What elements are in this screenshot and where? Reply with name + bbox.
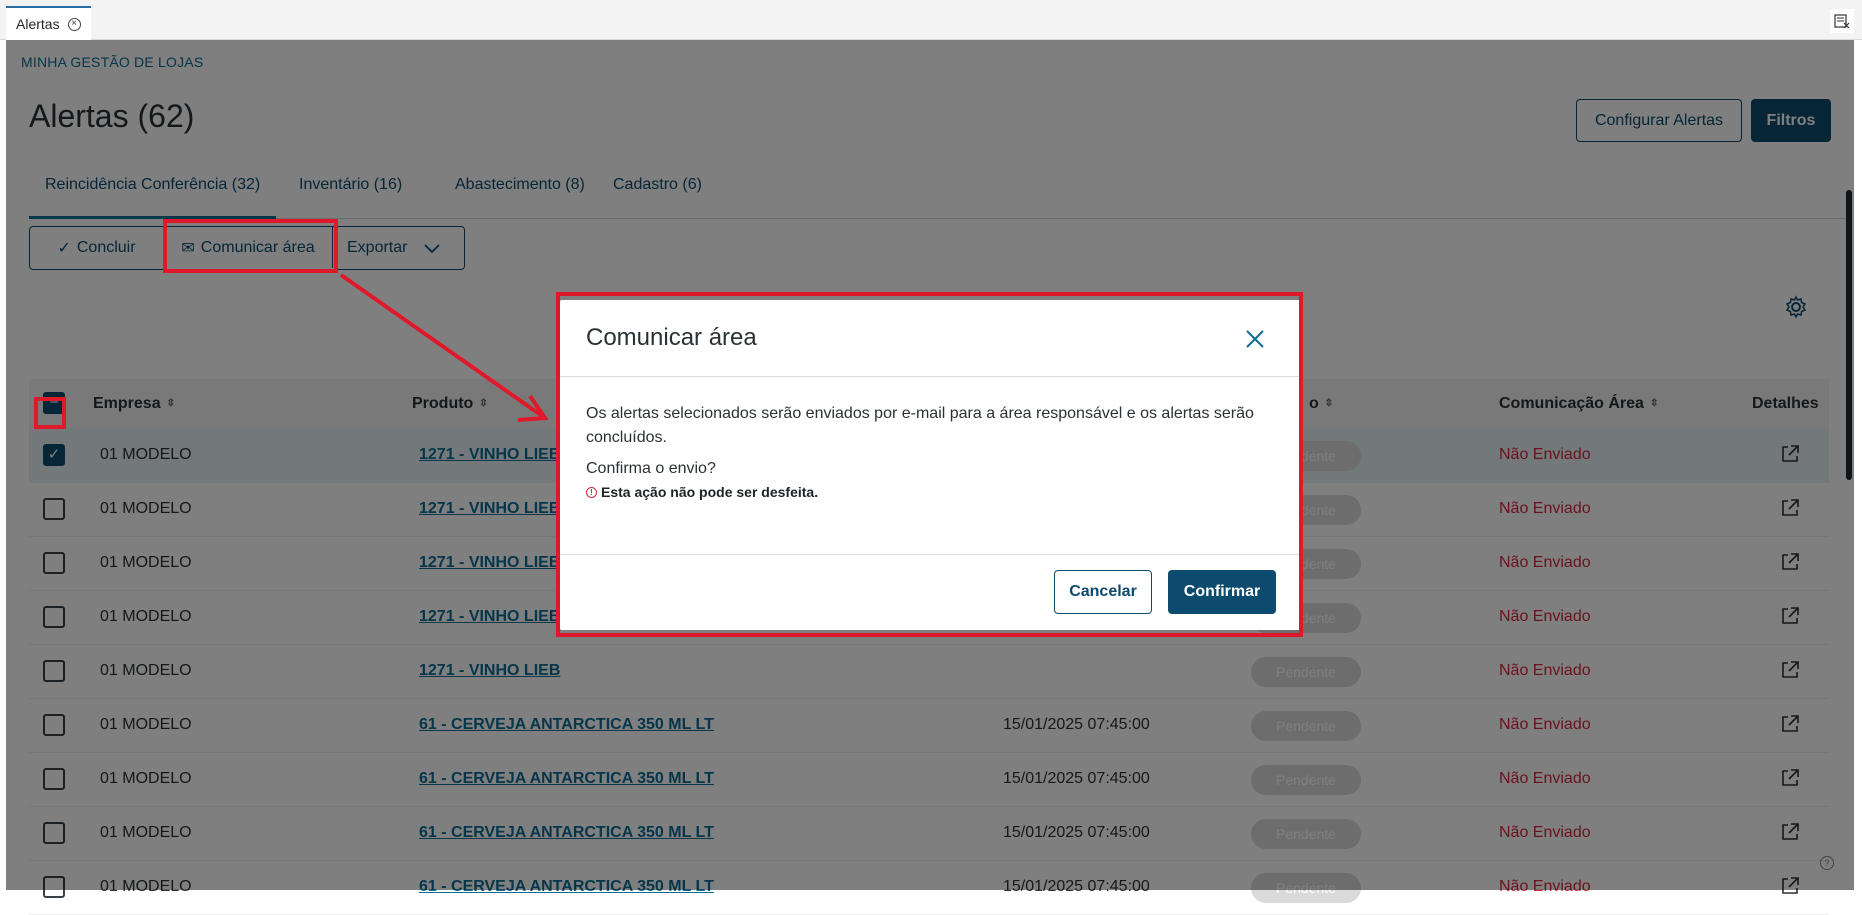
window-tab-bar: Alertas ×: [0, 0, 1862, 40]
tab-alertas-label: Alertas: [16, 16, 60, 32]
window-options-icon[interactable]: [1830, 9, 1854, 33]
annotation-highlight-dialog: [556, 292, 1303, 637]
annotation-highlight-checkbox: [34, 397, 66, 429]
tab-alertas[interactable]: Alertas ×: [6, 6, 91, 40]
annotation-highlight-communicate: [163, 219, 338, 273]
close-tab-icon[interactable]: ×: [67, 17, 81, 31]
